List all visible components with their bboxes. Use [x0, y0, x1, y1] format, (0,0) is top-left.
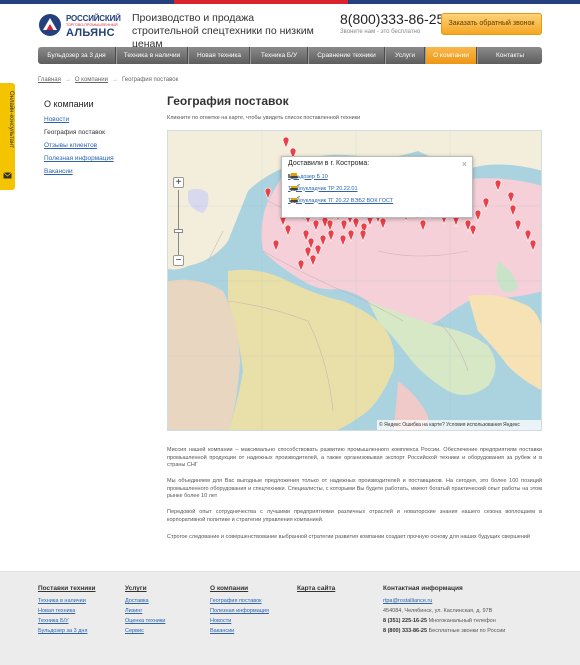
footer-col-supplies: Поставки техники Техника в наличии Новая…: [38, 585, 96, 636]
nav-item-compare[interactable]: Сравнение техники: [308, 47, 385, 64]
logo[interactable]: РОССИЙСКИЙ ТОРГОВО-ПРОМЫШЛЕННЫЙ АЛЬЯНС: [38, 13, 126, 39]
footer-phone-note: Бесплатные звонки по России: [428, 628, 506, 634]
nav-item-used[interactable]: Техника Б/У: [250, 47, 308, 64]
breadcrumb-about[interactable]: О компании: [75, 77, 108, 83]
footer-col-sitemap: Карта сайта: [297, 585, 335, 596]
footer-heading[interactable]: Услуги: [125, 585, 165, 592]
nav-item-in-stock[interactable]: Техника в наличии: [116, 47, 188, 64]
zoom-out-button[interactable]: −: [173, 255, 184, 266]
footer-email-link[interactable]: rtpa@rostalliance.ru: [383, 596, 505, 606]
logo-mark-icon: [39, 14, 61, 36]
map-copyright: © Яндекс Ошибка на карте? Условия исполь…: [377, 420, 541, 430]
zoom-in-button[interactable]: +: [173, 177, 184, 188]
sidebar-item-vacancies: Вакансии: [44, 165, 114, 178]
online-consultant-label: Онлайн-консультант: [8, 91, 14, 148]
logo-line-1: РОССИЙСКИЙ: [66, 14, 121, 23]
balloon-close-icon[interactable]: ×: [462, 159, 467, 169]
footer-link[interactable]: Техника Б/У: [38, 616, 96, 626]
footer-phone-note: Многоканальный телефон: [428, 618, 496, 624]
balloon-item: Бульдозер Б 10: [288, 172, 328, 181]
footer-heading[interactable]: О компании: [210, 585, 269, 592]
breadcrumb-home[interactable]: Главная: [38, 77, 61, 83]
breadcrumb-separator: →: [64, 77, 71, 83]
header-phone: 8(800)333-86-25: [340, 11, 445, 27]
envelope-icon: [3, 172, 12, 179]
experience-paragraph: Передовой опыт сотрудничества с лучшими …: [167, 509, 542, 523]
callback-button[interactable]: Заказать обратный звонок: [441, 13, 542, 35]
sidebar-link-news[interactable]: Новости: [44, 116, 69, 123]
strategy-paragraph: Строгое следование и совершенствование в…: [167, 534, 531, 540]
footer-phone: 8 (351) 225-16-25: [383, 618, 428, 624]
footer-phone-row: 8 (800) 333-86-25 Бесплатные звонки по Р…: [383, 626, 505, 636]
nav-item-new[interactable]: Новая техника: [188, 47, 250, 64]
footer-link[interactable]: Сервис: [125, 626, 165, 636]
footer-link[interactable]: Лизинг: [125, 606, 165, 616]
sidebar-link-vacancies[interactable]: Вакансии: [44, 168, 73, 175]
footer-col-contacts: Контактная информация rtpa@rostalliance.…: [383, 585, 505, 636]
balloon-title: Доставили в г. Кострома:: [288, 160, 370, 167]
balloon-item: Трубоукладчик ТР 20.22.01: [288, 184, 358, 193]
header-phone-note: Звоните нам - это бесплатно: [340, 29, 421, 35]
sidebar-item-reviews: Отзывы клиентов: [44, 139, 114, 152]
sidebar-link-geography: География поставок: [44, 129, 105, 136]
nav-item-bulldozer[interactable]: Бульдозер за 3 дня: [38, 47, 116, 64]
footer-heading[interactable]: Поставки техники: [38, 585, 96, 592]
pipelayer-icon: [290, 196, 300, 203]
zoom-slider-handle[interactable]: [174, 229, 183, 233]
breadcrumb: Главная → О компании → География поставок: [38, 77, 178, 83]
main-nav: Бульдозер за 3 дня Техника в наличии Нов…: [38, 47, 542, 64]
footer-link[interactable]: География поставок: [210, 596, 269, 606]
sidebar-item-geography: География поставок: [44, 126, 114, 139]
logo-line-3: АЛЬЯНС: [66, 27, 115, 39]
footer-link[interactable]: Оценка техники: [125, 616, 165, 626]
sidebar-title: О компании: [44, 99, 94, 109]
sidebar-link-reviews[interactable]: Отзывы клиентов: [44, 142, 97, 149]
nav-item-about[interactable]: О компании: [425, 47, 477, 64]
footer-phone: 8 (800) 333-86-25: [383, 628, 428, 634]
footer-col-about: О компании География поставок Полезная и…: [210, 585, 269, 636]
nav-item-contacts[interactable]: Контакты: [477, 47, 542, 64]
top-color-strip: [0, 0, 580, 4]
bulldozer-icon: [288, 173, 298, 179]
breadcrumb-current: География поставок: [121, 77, 179, 83]
footer-sitemap-link[interactable]: Карта сайта: [297, 585, 335, 592]
footer-link[interactable]: Вакансии: [210, 626, 269, 636]
footer-phone-row: 8 (351) 225-16-25 Многоканальный телефон: [383, 616, 505, 626]
footer-link[interactable]: Техника в наличии: [38, 596, 96, 606]
map-balloon: Доставили в г. Кострома: × Бульдозер Б 1…: [281, 156, 473, 218]
tagline: Производство и продажа строительной спец…: [132, 12, 314, 50]
offer-paragraph: Мы объединяем для Вас выгодные предложен…: [167, 478, 542, 499]
map-zoom-control: + −: [173, 177, 184, 269]
sidebar-item-useful-info: Полезная информация: [44, 152, 114, 165]
balloon-link[interactable]: Трубоукладчик ТГ 20.22 ВЭБ2 ВОК ГОСТ: [288, 198, 393, 204]
footer-link[interactable]: Доставка: [125, 596, 165, 606]
footer-link[interactable]: Новая техника: [38, 606, 96, 616]
sidebar-link-useful-info[interactable]: Полезная информация: [44, 155, 114, 162]
balloon-item: Трубоукладчик ТГ 20.22 ВЭБ2 ВОК ГОСТ: [288, 196, 393, 205]
breadcrumb-separator: →: [111, 77, 118, 83]
footer-link[interactable]: Новости: [210, 616, 269, 626]
sidebar-menu: Новости География поставок Отзывы клиент…: [44, 113, 114, 178]
mission-paragraph: Миссия нашей компании – максимально спос…: [167, 447, 542, 468]
page-title: География поставок: [167, 94, 289, 108]
footer-heading: Контактная информация: [383, 585, 463, 592]
nav-item-services[interactable]: Услуги: [385, 47, 425, 64]
map-intro-text: Кликните по отметке на карте, чтобы увид…: [167, 115, 361, 121]
sidebar-item-news: Новости: [44, 113, 114, 126]
footer-address: 454084, Челябинск, ул. Каслинская, д. 97…: [383, 608, 493, 614]
footer-link[interactable]: Полезная информация: [210, 606, 269, 616]
zoom-slider-track[interactable]: [178, 190, 179, 256]
footer-link[interactable]: Бульдозер за 3 дня: [38, 626, 96, 636]
pipelayer-icon: [290, 184, 300, 191]
footer-col-services: Услуги Доставка Лизинг Оценка техники Се…: [125, 585, 165, 636]
supply-map[interactable]: + − Доставили в г. Кострома: × Бульдозер…: [167, 130, 542, 431]
